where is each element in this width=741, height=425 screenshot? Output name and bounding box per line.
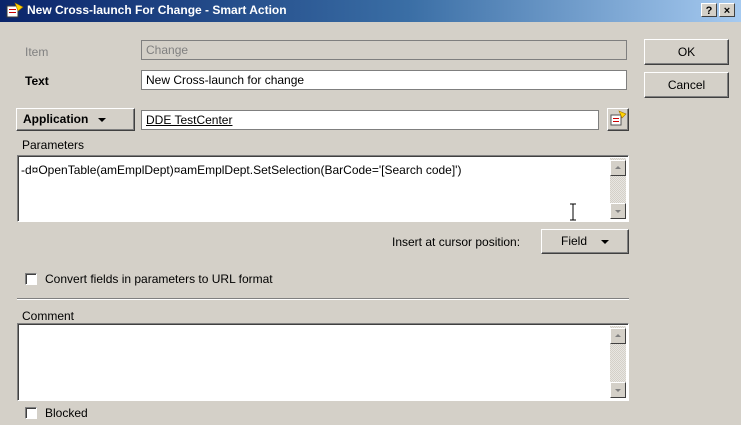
field-button-label: Field [560,234,587,248]
blocked-checkbox[interactable] [25,407,37,419]
magic-wand-icon [610,110,627,126]
url-format-checkbox[interactable] [25,273,37,285]
item-field: Change [141,40,627,60]
comment-textarea[interactable] [17,323,629,401]
comment-scrollbar[interactable] [610,326,626,398]
help-button[interactable]: ? [701,3,717,17]
ok-button[interactable]: OK [644,39,729,65]
url-format-label: Convert fields in parameters to URL form… [45,272,273,286]
chevron-down-icon [98,117,107,122]
smart-action-icon [6,2,24,18]
title-bar: New Cross-launch For Change - Smart Acti… [0,0,741,22]
scroll-down-button[interactable] [610,203,626,219]
text-label: Text [25,74,49,88]
chevron-down-icon [601,239,609,244]
close-button[interactable]: × [719,3,735,17]
field-dropdown-button[interactable]: Field [541,229,629,254]
window-title: New Cross-launch For Change - Smart Acti… [27,3,287,17]
application-type-label: Application [23,112,89,126]
scroll-up-button[interactable] [610,160,626,176]
parameters-text: -d¤OpenTable(amEmplDept)¤amEmplDept.SetS… [21,163,462,177]
scroll-up-button[interactable] [610,328,626,344]
section-divider [17,298,629,300]
parameters-label: Parameters [22,138,85,152]
parameters-textarea[interactable]: -d¤OpenTable(amEmplDept)¤amEmplDept.SetS… [17,155,629,222]
scroll-down-button[interactable] [610,382,626,398]
application-type-dropdown[interactable]: Application [16,108,135,131]
arrow-up-icon [615,166,621,169]
blocked-label: Blocked [45,406,88,420]
parameters-scrollbar[interactable] [610,158,626,219]
arrow-down-icon [615,389,621,392]
text-input[interactable]: New Cross-launch for change [141,70,627,90]
application-value: DDE TestCenter [146,113,233,127]
arrow-down-icon [615,210,621,213]
insert-at-cursor-label: Insert at cursor position: [392,235,521,249]
application-input[interactable]: DDE TestCenter [141,110,599,130]
application-wizard-button[interactable] [607,108,629,131]
comment-label: Comment [22,309,75,323]
text-cursor-icon [570,203,576,221]
arrow-up-icon [615,334,621,337]
cancel-button[interactable]: Cancel [644,72,729,98]
item-label: Item [25,45,49,59]
